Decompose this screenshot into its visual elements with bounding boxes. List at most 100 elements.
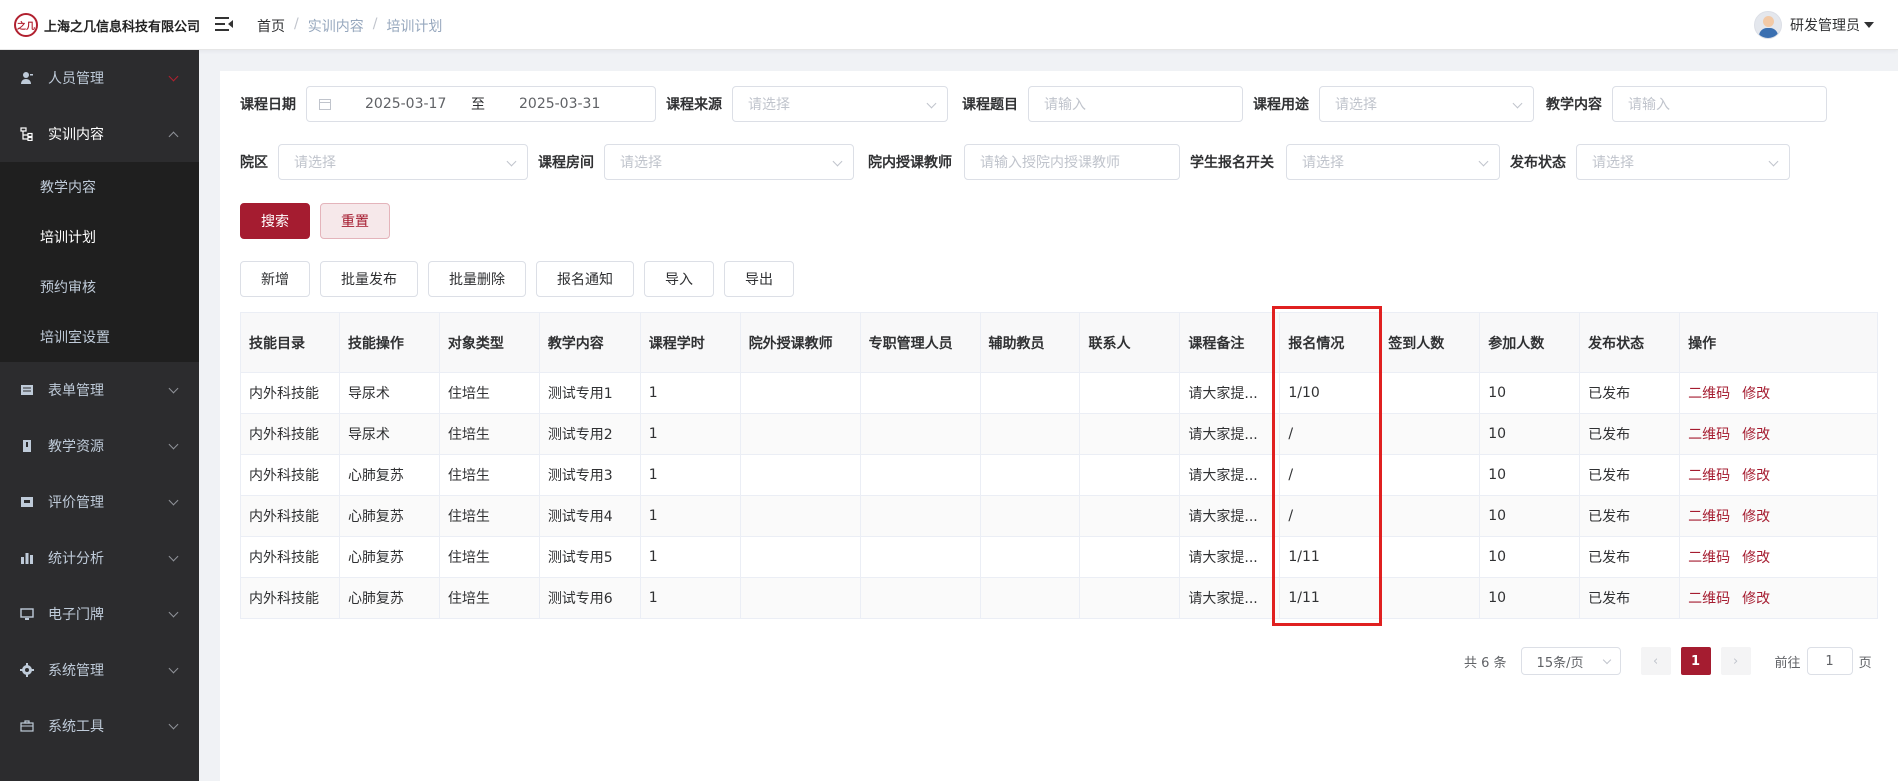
- user-menu[interactable]: 研发管理员: [1754, 11, 1874, 39]
- monitor-icon: [20, 607, 34, 621]
- company-logo[interactable]: 之几 上海之几信息科技有限公司: [14, 13, 200, 37]
- caret-down-icon[interactable]: [1864, 22, 1874, 28]
- edit-link[interactable]: 修改: [1742, 383, 1770, 403]
- sidebar-subitem-training-plan[interactable]: 培训计划: [0, 212, 199, 262]
- table-cell: [860, 578, 981, 619]
- chevron-down-icon: [926, 98, 937, 109]
- publish-status-placeholder: 请选择: [1592, 155, 1634, 171]
- prev-page-button[interactable]: ‹: [1640, 647, 1671, 675]
- course-use-label: 课程用途: [1253, 97, 1309, 113]
- batch-publish-button[interactable]: 批量发布: [320, 261, 418, 297]
- table-cell: 住培生: [439, 496, 540, 537]
- avatar[interactable]: [1754, 11, 1782, 39]
- page-number-current[interactable]: 1: [1680, 647, 1711, 675]
- table-cell: [740, 537, 861, 578]
- chevron-down-icon: [168, 663, 179, 674]
- course-title-input[interactable]: 请输入: [1028, 86, 1243, 122]
- teaching-content-input[interactable]: 请输入: [1612, 86, 1827, 122]
- next-page-button[interactable]: ›: [1720, 647, 1751, 675]
- edit-link[interactable]: 修改: [1742, 506, 1770, 526]
- table-row: 内外科技能 心肺复苏 住培生 测试专用4 1 请大家提.../ 10 已发布 二维码 修改: [241, 496, 1878, 537]
- campus-select[interactable]: 请选择: [278, 144, 528, 180]
- publish-status-select[interactable]: 请选择: [1576, 144, 1790, 180]
- sidebar-subitem-reservation-review[interactable]: 预约审核: [0, 262, 199, 312]
- signup-switch-select[interactable]: 请选择: [1286, 144, 1500, 180]
- column-header: 技能目录: [241, 313, 340, 373]
- table-cell: 内外科技能: [241, 537, 340, 578]
- sidebar-item-form-management[interactable]: 表单管理: [0, 362, 199, 418]
- campus-placeholder: 请选择: [294, 155, 336, 171]
- form-icon: [20, 383, 34, 397]
- table-cell: 已发布: [1580, 373, 1681, 414]
- add-button[interactable]: 新增: [240, 261, 310, 297]
- qrcode-link[interactable]: 二维码: [1688, 424, 1730, 444]
- table-cell: [1380, 373, 1481, 414]
- sidebar-item-system-tools[interactable]: 系统工具: [0, 698, 199, 754]
- table-cell: 导尿术: [339, 373, 440, 414]
- course-date-label: 课程日期: [240, 97, 296, 113]
- sidebar-subitem-training-room-settings[interactable]: 培训室设置: [0, 312, 199, 362]
- sidebar-item-training-content[interactable]: 实训内容: [0, 106, 199, 162]
- breadcrumb-home[interactable]: 首页: [257, 16, 285, 36]
- table-cell: 测试专用5: [539, 537, 641, 578]
- column-header: 辅助教员: [980, 313, 1081, 373]
- filter-row-1: 课程日期 2025-03-17 至 2025-03-31 课程来源 请选择 课程…: [240, 86, 1827, 122]
- edit-link[interactable]: 修改: [1742, 547, 1770, 567]
- table-cell: [1380, 455, 1481, 496]
- breadcrumb-training-content[interactable]: 实训内容: [308, 16, 364, 36]
- qrcode-link[interactable]: 二维码: [1688, 383, 1730, 403]
- sidebar-item-label: 表单管理: [48, 383, 104, 399]
- course-source-select[interactable]: 请选择: [732, 86, 948, 122]
- chevron-up-icon: [168, 131, 179, 142]
- sidebar-toggle-icon[interactable]: [215, 15, 233, 33]
- sidebar-item-label: 统计分析: [48, 551, 104, 567]
- qrcode-link[interactable]: 二维码: [1688, 506, 1730, 526]
- sidebar-item-label: 系统管理: [48, 663, 104, 679]
- sidebar-item-evaluation[interactable]: 评价管理: [0, 474, 199, 530]
- import-button[interactable]: 导入: [644, 261, 714, 297]
- table-cell: 1: [640, 373, 741, 414]
- table-cell: [1080, 414, 1181, 455]
- column-header: 课程备注: [1180, 313, 1281, 373]
- edit-link[interactable]: 修改: [1742, 588, 1770, 608]
- date-start[interactable]: 2025-03-17: [365, 96, 446, 112]
- export-button[interactable]: 导出: [724, 261, 794, 297]
- table-cell: 1: [640, 414, 741, 455]
- qrcode-link[interactable]: 二维码: [1688, 588, 1730, 608]
- user-name[interactable]: 研发管理员: [1790, 15, 1860, 35]
- chevron-right-icon: ›: [1732, 653, 1739, 669]
- qrcode-link[interactable]: 二维码: [1688, 547, 1730, 567]
- sidebar-item-personnel[interactable]: 人员管理: [0, 50, 199, 106]
- gear-icon: [20, 663, 34, 677]
- edit-link[interactable]: 修改: [1742, 424, 1770, 444]
- sidebar-item-system-management[interactable]: 系统管理: [0, 642, 199, 698]
- sidebar: 人员管理 实训内容 教学内容 培训计划 预约审核 培训室设置 表单管理 教学资源…: [0, 50, 199, 781]
- sidebar-item-statistics[interactable]: 统计分析: [0, 530, 199, 586]
- sidebar-subitem-teaching-content[interactable]: 教学内容: [0, 162, 199, 212]
- page-size-select[interactable]: 15条/页: [1520, 647, 1621, 675]
- sidebar-item-digital-signage[interactable]: 电子门牌: [0, 586, 199, 642]
- search-button[interactable]: 搜索: [240, 203, 310, 239]
- batch-delete-button[interactable]: 批量删除: [428, 261, 526, 297]
- table-cell: 导尿术: [339, 414, 440, 455]
- date-end[interactable]: 2025-03-31: [519, 96, 600, 112]
- table-cell: /: [1280, 455, 1381, 496]
- table-cell: 请大家提...: [1180, 414, 1281, 455]
- sidebar-item-teaching-resources[interactable]: 教学资源: [0, 418, 199, 474]
- qrcode-link[interactable]: 二维码: [1688, 465, 1730, 485]
- goto-page-input[interactable]: 1: [1806, 647, 1853, 675]
- rating-icon: [20, 495, 34, 509]
- training-plan-table: 技能目录 技能操作 对象类型 教学内容 课程学时 院外授课教师 专职管理人员 辅…: [240, 312, 1878, 619]
- course-date-range-picker[interactable]: 2025-03-17 至 2025-03-31: [306, 86, 656, 122]
- table-cell-actions: 二维码 修改: [1680, 414, 1878, 455]
- table-cell: [980, 373, 1081, 414]
- table-body: 内外科技能 导尿术 住培生 测试专用1 1 请大家提... 1/10 10 已发布 二维码 修改 内外…: [241, 373, 1878, 619]
- reset-button[interactable]: 重置: [320, 203, 390, 239]
- calendar-icon: [319, 98, 331, 114]
- course-use-select[interactable]: 请选择: [1319, 86, 1534, 122]
- inhouse-teacher-input[interactable]: 请输入授院内授课教师: [964, 144, 1180, 180]
- edit-link[interactable]: 修改: [1742, 465, 1770, 485]
- signup-notice-button[interactable]: 报名通知: [536, 261, 634, 297]
- table-cell-actions: 二维码 修改: [1680, 373, 1878, 414]
- course-room-select[interactable]: 请选择: [604, 144, 854, 180]
